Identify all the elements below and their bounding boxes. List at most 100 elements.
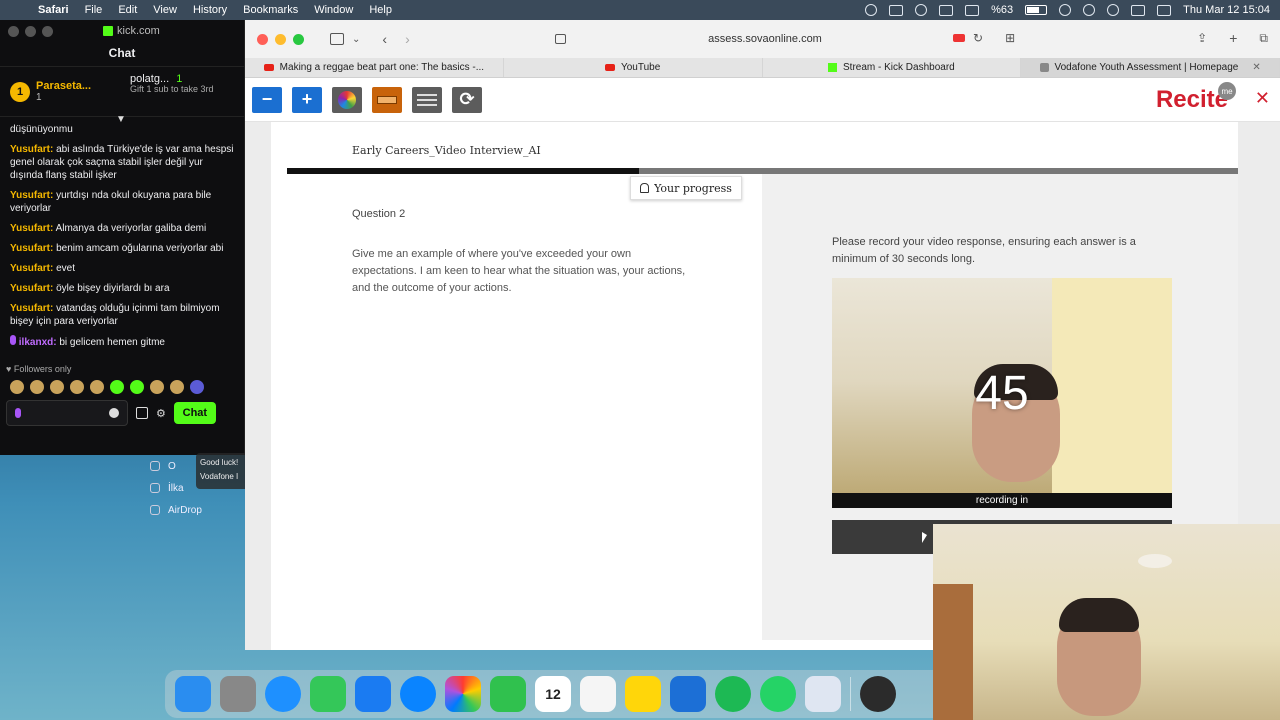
menu-history[interactable]: History: [193, 4, 227, 16]
menu-edit[interactable]: Edit: [118, 4, 137, 16]
zoom-in-button[interactable]: +: [292, 86, 322, 113]
forward-icon[interactable]: ›: [405, 31, 410, 47]
reset-button[interactable]: ⟳: [452, 86, 482, 113]
kick-zoom-button[interactable]: [42, 25, 53, 37]
tab-overview-icon[interactable]: ⧉: [1259, 31, 1268, 46]
tab-reggae[interactable]: Making a reggae beat part one: The basic…: [245, 58, 504, 77]
menu-bookmarks[interactable]: Bookmarks: [243, 4, 298, 16]
kick-close-button[interactable]: [8, 25, 19, 37]
gear-icon[interactable]: ⚙: [156, 407, 166, 420]
close-window-button[interactable]: [257, 33, 268, 45]
facetime-icon[interactable]: [490, 676, 526, 712]
messages-icon[interactable]: [310, 676, 346, 712]
chevron-down-icon[interactable]: ⌄: [352, 34, 360, 45]
emote-icon[interactable]: [30, 380, 44, 394]
siri-icon[interactable]: [1157, 4, 1172, 16]
menu-window[interactable]: Window: [314, 4, 353, 16]
photos-icon[interactable]: [445, 676, 481, 712]
finder-airdrop[interactable]: AirDrop: [140, 499, 250, 521]
reminders-icon[interactable]: [580, 676, 616, 712]
menu-view[interactable]: View: [153, 4, 177, 16]
chat-username[interactable]: Yusufart:: [10, 303, 53, 314]
emote-icon[interactable]: [90, 380, 104, 394]
preview-icon[interactable]: [805, 676, 841, 712]
minimize-window-button[interactable]: [275, 33, 286, 45]
chat-message-text: öyle bişey diyirlardı bı ara: [56, 283, 170, 294]
url-text[interactable]: assess.sovaonline.com: [708, 33, 822, 45]
back-icon[interactable]: ‹: [382, 31, 387, 47]
send-chat-button[interactable]: Chat: [173, 402, 216, 424]
menu-file[interactable]: File: [85, 4, 103, 16]
chat-username[interactable]: Yusufart:: [10, 223, 53, 234]
your-progress-button[interactable]: Your progress: [630, 176, 742, 200]
zoom-window-button[interactable]: [293, 33, 304, 45]
store-icon[interactable]: [136, 407, 148, 419]
menu-app-name[interactable]: Safari: [38, 4, 69, 16]
page-menu-icon[interactable]: [555, 34, 566, 44]
webcam-overlay: [933, 524, 1280, 720]
chat-username[interactable]: Yusufart:: [10, 283, 53, 294]
youtube-icon: [604, 64, 615, 71]
chat-username[interactable]: Yusufart:: [10, 243, 53, 254]
leaderboard-first[interactable]: 1 Paraseta... 1: [10, 73, 120, 110]
chat-username[interactable]: ilkanxd:: [19, 337, 57, 348]
search-icon[interactable]: [1083, 4, 1096, 16]
grid-icon[interactable]: ⊞: [1005, 31, 1015, 45]
close-icon[interactable]: ✕: [1252, 62, 1260, 73]
sidebar-toggle-icon[interactable]: [330, 33, 344, 45]
close-icon[interactable]: ✕: [1255, 88, 1270, 109]
chat-username[interactable]: Yusufart:: [10, 263, 53, 274]
emote-icon[interactable]: [70, 380, 84, 394]
emote-icon[interactable]: [110, 380, 124, 394]
xcode-icon[interactable]: [670, 676, 706, 712]
chat-input[interactable]: [6, 400, 128, 426]
reload-icon[interactable]: ↻: [973, 31, 983, 45]
tab-kick-dashboard[interactable]: Stream - Kick Dashboard: [763, 58, 1022, 77]
tab-vodafone[interactable]: Vodafone Youth Assessment | Homepage ✕: [1021, 58, 1280, 77]
new-tab-icon[interactable]: +: [1229, 30, 1237, 46]
whatsapp-icon[interactable]: [760, 676, 796, 712]
emote-icon[interactable]: [170, 380, 184, 394]
control-center-icon[interactable]: [1131, 4, 1146, 16]
wifi-icon[interactable]: [1059, 4, 1072, 16]
tab-youtube[interactable]: YouTube: [504, 58, 763, 77]
mail-icon[interactable]: [355, 676, 391, 712]
chat-message-text: düşünüyonmu: [10, 124, 73, 135]
camera-recording-icon[interactable]: [953, 34, 966, 42]
user-icon[interactable]: [1107, 4, 1120, 16]
obs-icon[interactable]: [860, 676, 896, 712]
finder-icon[interactable]: [175, 676, 211, 712]
emoji-icon[interactable]: [109, 408, 119, 418]
display-icon[interactable]: [965, 4, 980, 16]
battery-icon[interactable]: [1025, 5, 1048, 15]
address-bar[interactable]: assess.sovaonline.com: [555, 29, 975, 49]
app-store-icon[interactable]: [400, 676, 436, 712]
chat-username[interactable]: Yusufart:: [10, 144, 53, 155]
kick-minimize-button[interactable]: [25, 25, 36, 37]
extension-icon[interactable]: [939, 4, 954, 16]
chevron-down-icon[interactable]: ▼: [116, 114, 126, 125]
emote-icon[interactable]: [150, 380, 164, 394]
emote-icon[interactable]: [50, 380, 64, 394]
menu-help[interactable]: Help: [369, 4, 392, 16]
obs-icon[interactable]: [865, 4, 878, 16]
spotify-icon[interactable]: [715, 676, 751, 712]
clock[interactable]: Thu Mar 12 15:04: [1183, 4, 1270, 16]
chat-username[interactable]: Yusufart:: [10, 190, 53, 201]
zoom-out-button[interactable]: −: [252, 86, 282, 113]
play-icon[interactable]: [915, 4, 928, 16]
notification-fragment[interactable]: Good luck! Vodafone I: [196, 453, 252, 489]
ruler-button[interactable]: [372, 86, 402, 113]
share-icon[interactable]: ⇪: [1197, 31, 1207, 45]
color-settings-button[interactable]: [332, 86, 362, 113]
emote-icon[interactable]: [10, 380, 24, 394]
emote-icon[interactable]: [190, 380, 204, 394]
leaderboard-second[interactable]: polatg... 1 Gift 1 sub to take 3rd: [130, 73, 214, 110]
notes-icon[interactable]: [625, 676, 661, 712]
launchpad-icon[interactable]: [220, 676, 256, 712]
safari-icon[interactable]: [265, 676, 301, 712]
screen-record-icon[interactable]: [889, 4, 904, 16]
calendar-icon[interactable]: 12: [535, 676, 571, 712]
emote-icon[interactable]: [130, 380, 144, 394]
text-mode-button[interactable]: [412, 86, 442, 113]
